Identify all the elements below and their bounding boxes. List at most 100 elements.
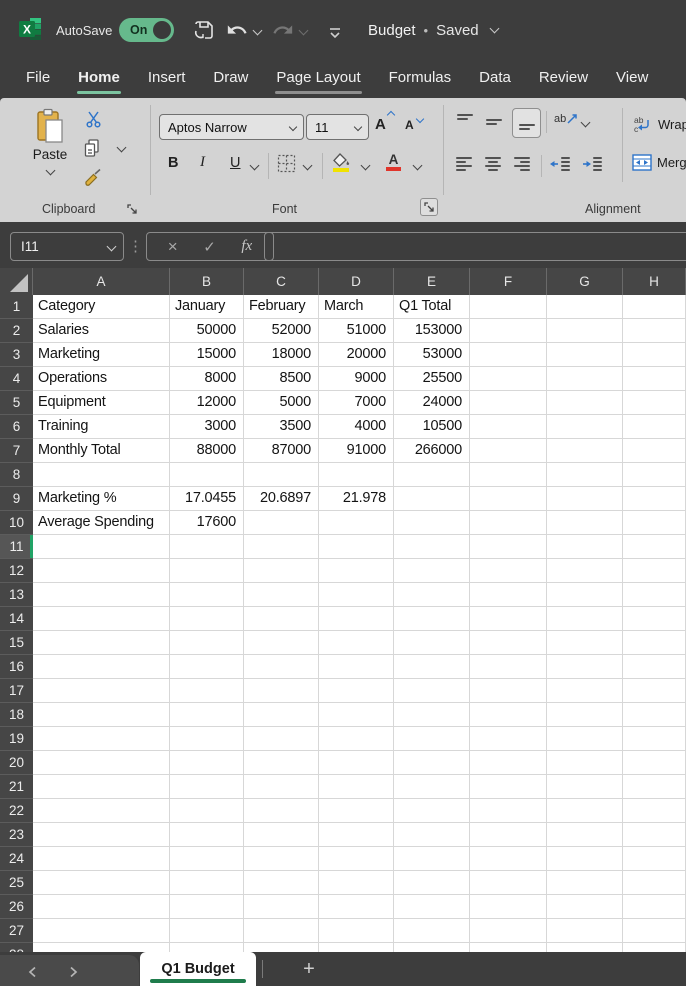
cell-D10[interactable]: [319, 511, 394, 535]
cell-A16[interactable]: [33, 655, 170, 679]
cell-F6[interactable]: [470, 415, 547, 439]
cell-B22[interactable]: [170, 799, 244, 823]
row-header-11[interactable]: 11: [0, 535, 33, 559]
enter-icon[interactable]: ✓: [203, 238, 216, 256]
cell-B24[interactable]: [170, 847, 244, 871]
row-header-21[interactable]: 21: [0, 775, 33, 799]
cell-A6[interactable]: Training: [33, 415, 170, 439]
cell-E19[interactable]: [394, 727, 470, 751]
cell-C27[interactable]: [244, 919, 319, 943]
column-header-F[interactable]: F: [470, 268, 547, 295]
cell-C20[interactable]: [244, 751, 319, 775]
cell-C16[interactable]: [244, 655, 319, 679]
cell-F8[interactable]: [470, 463, 547, 487]
cell-E15[interactable]: [394, 631, 470, 655]
cell-G2[interactable]: [547, 319, 623, 343]
cell-H9[interactable]: [623, 487, 686, 511]
row-header-2[interactable]: 2: [0, 319, 33, 343]
cell-H1[interactable]: [623, 295, 686, 319]
cell-G27[interactable]: [547, 919, 623, 943]
cell-G4[interactable]: [547, 367, 623, 391]
align-left-icon[interactable]: [455, 156, 473, 174]
cell-F22[interactable]: [470, 799, 547, 823]
cell-D28[interactable]: [319, 943, 394, 952]
insert-function-icon[interactable]: fx: [241, 238, 252, 255]
cell-C9[interactable]: 20.6897: [244, 487, 319, 511]
cell-D2[interactable]: 51000: [319, 319, 394, 343]
cell-C25[interactable]: [244, 871, 319, 895]
row-header-1[interactable]: 1: [0, 295, 33, 319]
cell-A1[interactable]: Category: [33, 295, 170, 319]
cell-C7[interactable]: 87000: [244, 439, 319, 463]
cell-A26[interactable]: [33, 895, 170, 919]
cell-G17[interactable]: [547, 679, 623, 703]
cell-F28[interactable]: [470, 943, 547, 952]
cell-G12[interactable]: [547, 559, 623, 583]
cell-F27[interactable]: [470, 919, 547, 943]
cell-D27[interactable]: [319, 919, 394, 943]
cell-B23[interactable]: [170, 823, 244, 847]
cell-G24[interactable]: [547, 847, 623, 871]
cell-F12[interactable]: [470, 559, 547, 583]
cell-E13[interactable]: [394, 583, 470, 607]
cell-A4[interactable]: Operations: [33, 367, 170, 391]
select-all-corner[interactable]: [0, 268, 33, 295]
cell-H18[interactable]: [623, 703, 686, 727]
cell-H27[interactable]: [623, 919, 686, 943]
cell-H26[interactable]: [623, 895, 686, 919]
font-size-combobox[interactable]: 11: [306, 114, 369, 140]
undo-icon[interactable]: [224, 17, 250, 43]
cell-A5[interactable]: Equipment: [33, 391, 170, 415]
cell-G19[interactable]: [547, 727, 623, 751]
cut-icon[interactable]: [84, 110, 103, 129]
cell-C22[interactable]: [244, 799, 319, 823]
menu-tab-home[interactable]: Home: [64, 60, 134, 98]
cell-C13[interactable]: [244, 583, 319, 607]
cell-A27[interactable]: [33, 919, 170, 943]
cell-A18[interactable]: [33, 703, 170, 727]
menu-tab-formulas[interactable]: Formulas: [375, 60, 466, 98]
cell-G23[interactable]: [547, 823, 623, 847]
cell-G13[interactable]: [547, 583, 623, 607]
row-header-4[interactable]: 4: [0, 367, 33, 391]
cell-E11[interactable]: [394, 535, 470, 559]
cell-H24[interactable]: [623, 847, 686, 871]
cell-B25[interactable]: [170, 871, 244, 895]
cell-D17[interactable]: [319, 679, 394, 703]
row-header-23[interactable]: 23: [0, 823, 33, 847]
fill-color-icon[interactable]: [332, 153, 350, 172]
menu-tab-data[interactable]: Data: [465, 60, 525, 98]
cell-D24[interactable]: [319, 847, 394, 871]
cell-E23[interactable]: [394, 823, 470, 847]
cell-G22[interactable]: [547, 799, 623, 823]
cell-E14[interactable]: [394, 607, 470, 631]
cell-G18[interactable]: [547, 703, 623, 727]
cell-B16[interactable]: [170, 655, 244, 679]
cell-A14[interactable]: [33, 607, 170, 631]
cell-H19[interactable]: [623, 727, 686, 751]
cell-F15[interactable]: [470, 631, 547, 655]
column-header-G[interactable]: G: [547, 268, 623, 295]
cell-D3[interactable]: 20000: [319, 343, 394, 367]
cell-G5[interactable]: [547, 391, 623, 415]
decrease-font-size-button[interactable]: A: [405, 118, 414, 132]
name-box[interactable]: I11: [10, 232, 124, 261]
column-header-D[interactable]: D: [319, 268, 394, 295]
font-dialog-launcher-icon[interactable]: [420, 198, 438, 216]
cell-B20[interactable]: [170, 751, 244, 775]
cell-B19[interactable]: [170, 727, 244, 751]
cell-G9[interactable]: [547, 487, 623, 511]
orientation-icon[interactable]: ab: [554, 112, 579, 125]
cell-F13[interactable]: [470, 583, 547, 607]
cell-E7[interactable]: 266000: [394, 439, 470, 463]
cell-E20[interactable]: [394, 751, 470, 775]
paste-dropdown-chevron[interactable]: [45, 166, 55, 176]
font-color-icon[interactable]: A: [386, 153, 401, 171]
cell-A8[interactable]: [33, 463, 170, 487]
menu-tab-draw[interactable]: Draw: [199, 60, 262, 98]
increase-indent-icon[interactable]: [581, 156, 603, 173]
cell-H7[interactable]: [623, 439, 686, 463]
cell-C14[interactable]: [244, 607, 319, 631]
column-header-B[interactable]: B: [170, 268, 244, 295]
column-header-C[interactable]: C: [244, 268, 319, 295]
